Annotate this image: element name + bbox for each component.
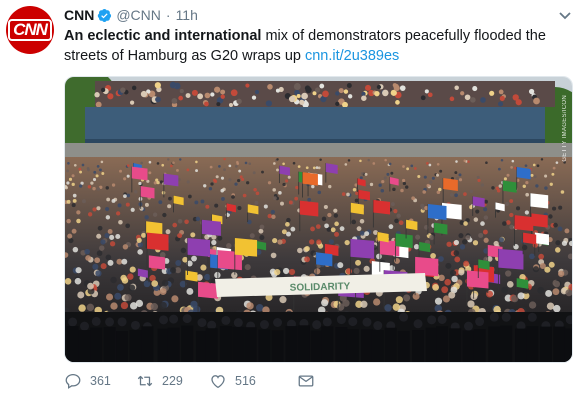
tweet-text-bold: An eclectic and international — [64, 28, 262, 44]
separator: · — [165, 7, 171, 23]
tweet-text: An eclectic and international mix of dem… — [64, 26, 564, 66]
message-button[interactable] — [297, 372, 323, 390]
handle[interactable]: @CNN — [116, 7, 161, 23]
retweet-button[interactable]: 229 — [136, 372, 209, 390]
timestamp[interactable]: 11h — [176, 7, 198, 23]
message-icon — [298, 375, 314, 387]
tweet-header: CNN @CNN · 11h — [64, 6, 559, 24]
display-name[interactable]: CNN — [64, 7, 94, 23]
reply-icon — [65, 373, 81, 389]
photo-watermark: GETTY IMAGES/ICON — [562, 95, 568, 162]
like-button[interactable]: 516 — [209, 372, 297, 390]
like-icon — [211, 375, 225, 389]
verified-icon — [97, 8, 112, 23]
tweet[interactable]: CNN CNN @CNN · 11h An eclectic and inter… — [0, 0, 579, 400]
retweet-count: 229 — [162, 374, 183, 388]
caret-down-icon[interactable] — [559, 8, 571, 20]
avatar[interactable]: CNN — [6, 6, 54, 54]
banner-text: SOLIDARITY — [290, 281, 351, 294]
reply-button[interactable]: 361 — [64, 372, 136, 390]
tweet-actions: 361 229 516 — [64, 370, 323, 392]
like-count: 516 — [235, 374, 256, 388]
reply-count: 361 — [90, 374, 111, 388]
tweet-link[interactable]: cnn.it/2u389es — [305, 48, 399, 64]
tweet-photo[interactable]: SOLIDARITY GETTY IMAGES/ICON — [64, 76, 573, 363]
retweet-icon — [137, 375, 153, 387]
cnn-logo: CNN — [8, 19, 52, 41]
protest-photo: SOLIDARITY — [65, 77, 572, 362]
